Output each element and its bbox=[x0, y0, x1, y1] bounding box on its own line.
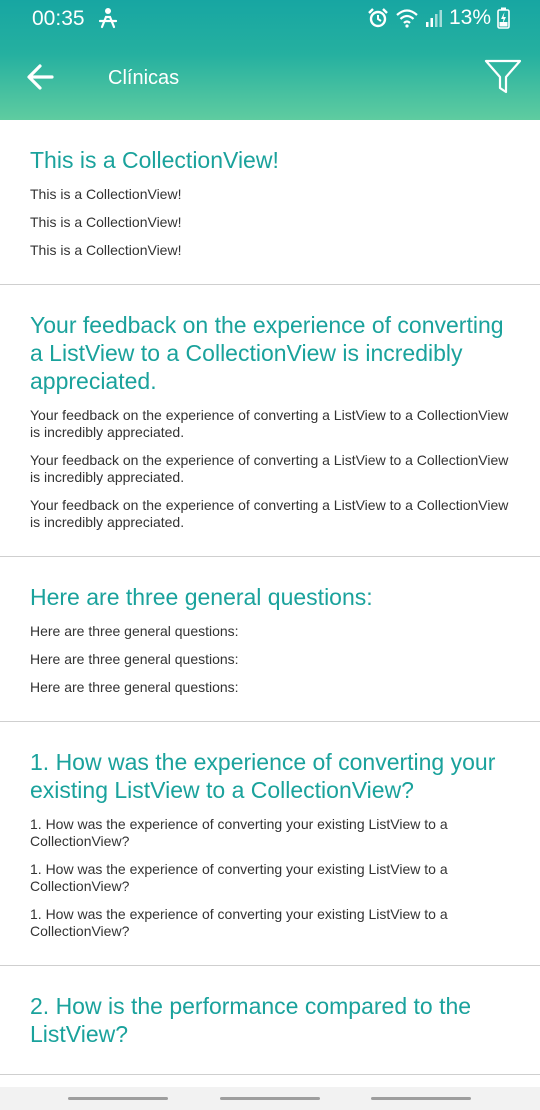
person-icon bbox=[98, 8, 118, 29]
status-time: 00:35 bbox=[32, 7, 85, 30]
nav-home[interactable] bbox=[220, 1097, 320, 1100]
page-title: Clínicas bbox=[108, 67, 180, 89]
alarm-icon bbox=[368, 8, 388, 28]
back-arrow-icon[interactable] bbox=[24, 60, 58, 94]
collection-group[interactable]: Your feedback on the experience of conve… bbox=[0, 285, 540, 557]
collection-group[interactable]: Here are three general questions: Here ar… bbox=[0, 557, 540, 722]
collection-group[interactable]: 1. How was the experience of converting … bbox=[0, 722, 540, 966]
group-item-text: Here are three general questions: bbox=[30, 679, 239, 695]
app-bar: Clínicas bbox=[0, 40, 540, 116]
system-navigation-bar bbox=[0, 1087, 540, 1110]
status-bar: 00:35 13% bbox=[0, 0, 540, 36]
group-item-text: This is a CollectionView! bbox=[30, 186, 182, 202]
group-title: Here are three general questions: bbox=[30, 584, 373, 610]
status-right: 13% bbox=[367, 5, 510, 31]
group-title: 1. How was the experience of converting … bbox=[30, 749, 496, 803]
wifi-icon bbox=[396, 9, 418, 28]
app-header: 00:35 13% Clínicas bbox=[0, 0, 540, 120]
signal-icon bbox=[425, 10, 442, 27]
group-title: 2. How is the performance compared to th… bbox=[30, 993, 472, 1047]
battery-charging-icon bbox=[497, 7, 510, 29]
group-item-text: Your feedback on the experience of conve… bbox=[30, 407, 509, 440]
group-item-text: Your feedback on the experience of conve… bbox=[30, 497, 509, 530]
collection-group[interactable]: This is a CollectionView! This is a Colle… bbox=[0, 120, 540, 285]
collection-view[interactable]: This is a CollectionView! This is a Colle… bbox=[0, 120, 540, 1087]
group-item-text: This is a CollectionView! bbox=[30, 214, 182, 230]
group-item-text: 1. How was the experience of converting … bbox=[30, 816, 448, 849]
nav-back[interactable] bbox=[371, 1097, 471, 1100]
group-item-text: Here are three general questions: bbox=[30, 651, 239, 667]
group-item-text: Your feedback on the experience of conve… bbox=[30, 452, 509, 485]
group-item-text: Here are three general questions: bbox=[30, 623, 239, 639]
battery-percent: 13% bbox=[448, 6, 491, 29]
group-item-text: This is a CollectionView! bbox=[30, 242, 182, 258]
nav-recent-apps[interactable] bbox=[68, 1097, 168, 1100]
group-item-text: 1. How was the experience of converting … bbox=[30, 906, 448, 939]
collection-group[interactable]: 2. How is the performance compared to th… bbox=[0, 966, 540, 1075]
filter-icon[interactable] bbox=[484, 58, 522, 96]
group-title: This is a CollectionView! bbox=[30, 147, 279, 173]
group-item-text: 1. How was the experience of converting … bbox=[30, 861, 448, 894]
group-title: Your feedback on the experience of conve… bbox=[30, 312, 504, 394]
